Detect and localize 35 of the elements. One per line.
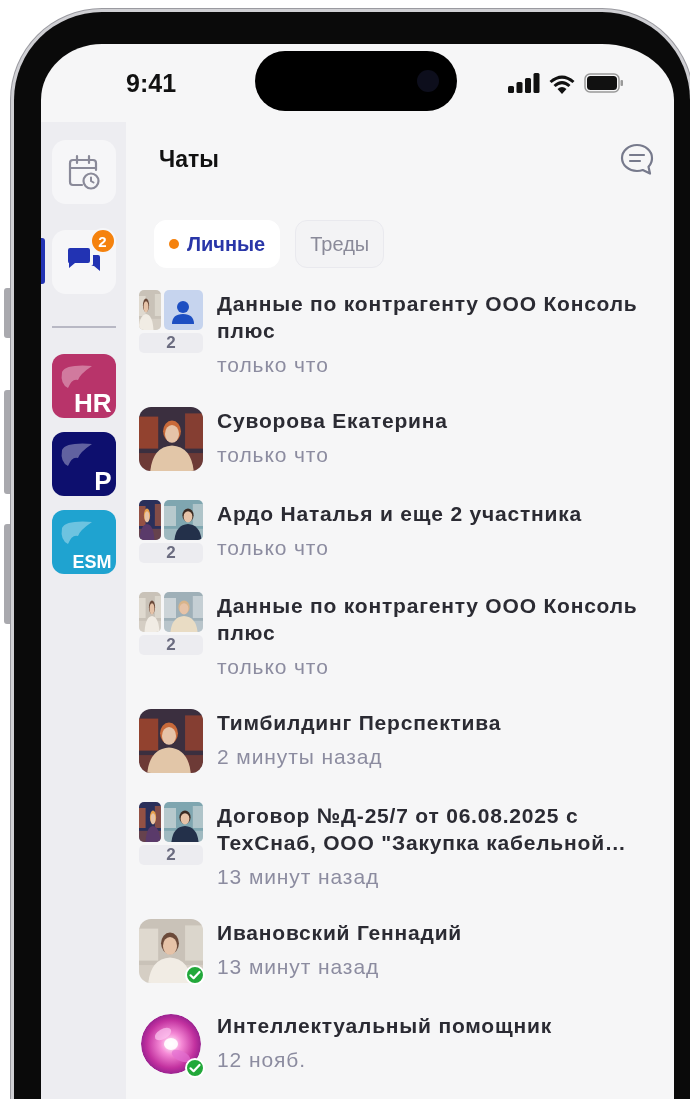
chat-title: Ардо Наталья и еще 2 участника	[217, 501, 584, 527]
chat-time: 13 минут назад	[217, 954, 381, 980]
page-title: Чаты	[159, 145, 219, 173]
chat-title: Ивановский Геннадий	[217, 920, 464, 946]
chat-time: только что	[217, 442, 330, 468]
chat-title: Договор №Д-25/7 от 06.08.2025 с ТехСнаб, ООО "Закупка кабельной…	[217, 803, 628, 856]
chat-time: 12 нояб.	[217, 1047, 307, 1073]
app-tile[interactable]: ESM	[51, 510, 116, 574]
chat-title: Данные по контрагенту ООО Консоль плюс	[217, 291, 639, 344]
chat-time: 13 минут назад	[217, 864, 381, 890]
status-time: 9:41	[126, 68, 178, 98]
chat-time: только что	[217, 654, 330, 680]
signal-icon	[508, 73, 540, 93]
chat-time: только что	[217, 535, 330, 561]
chat-time: 2 минуты назад	[217, 744, 384, 770]
member-count: 2	[139, 333, 203, 353]
calendar-tile[interactable]	[51, 140, 116, 204]
chat-title: Суворова Екатерина	[217, 408, 449, 434]
chat-time: только что	[217, 352, 330, 378]
app-tile[interactable]: HR	[51, 354, 116, 418]
calendar-clock-icon	[66, 154, 101, 190]
chat-title: Данные по контрагенту ООО Консоль плюс	[217, 593, 639, 646]
member-count: 2	[139, 635, 203, 655]
person-icon	[172, 300, 195, 324]
member-count: 2	[139, 543, 203, 563]
battery-icon	[584, 73, 624, 93]
tab[interactable]: Личные	[154, 220, 281, 268]
chat-title: Тимбилдинг Перспектива	[217, 710, 503, 736]
unread-badge: 2	[89, 228, 116, 254]
tab[interactable]: Треды	[295, 220, 385, 268]
app-tile[interactable]: P	[51, 432, 116, 496]
selection-bar	[41, 238, 45, 284]
member-count: 2	[139, 845, 203, 865]
new-chat-icon[interactable]	[620, 143, 654, 175]
chat-title: Интеллектуальный помощник	[217, 1013, 553, 1039]
